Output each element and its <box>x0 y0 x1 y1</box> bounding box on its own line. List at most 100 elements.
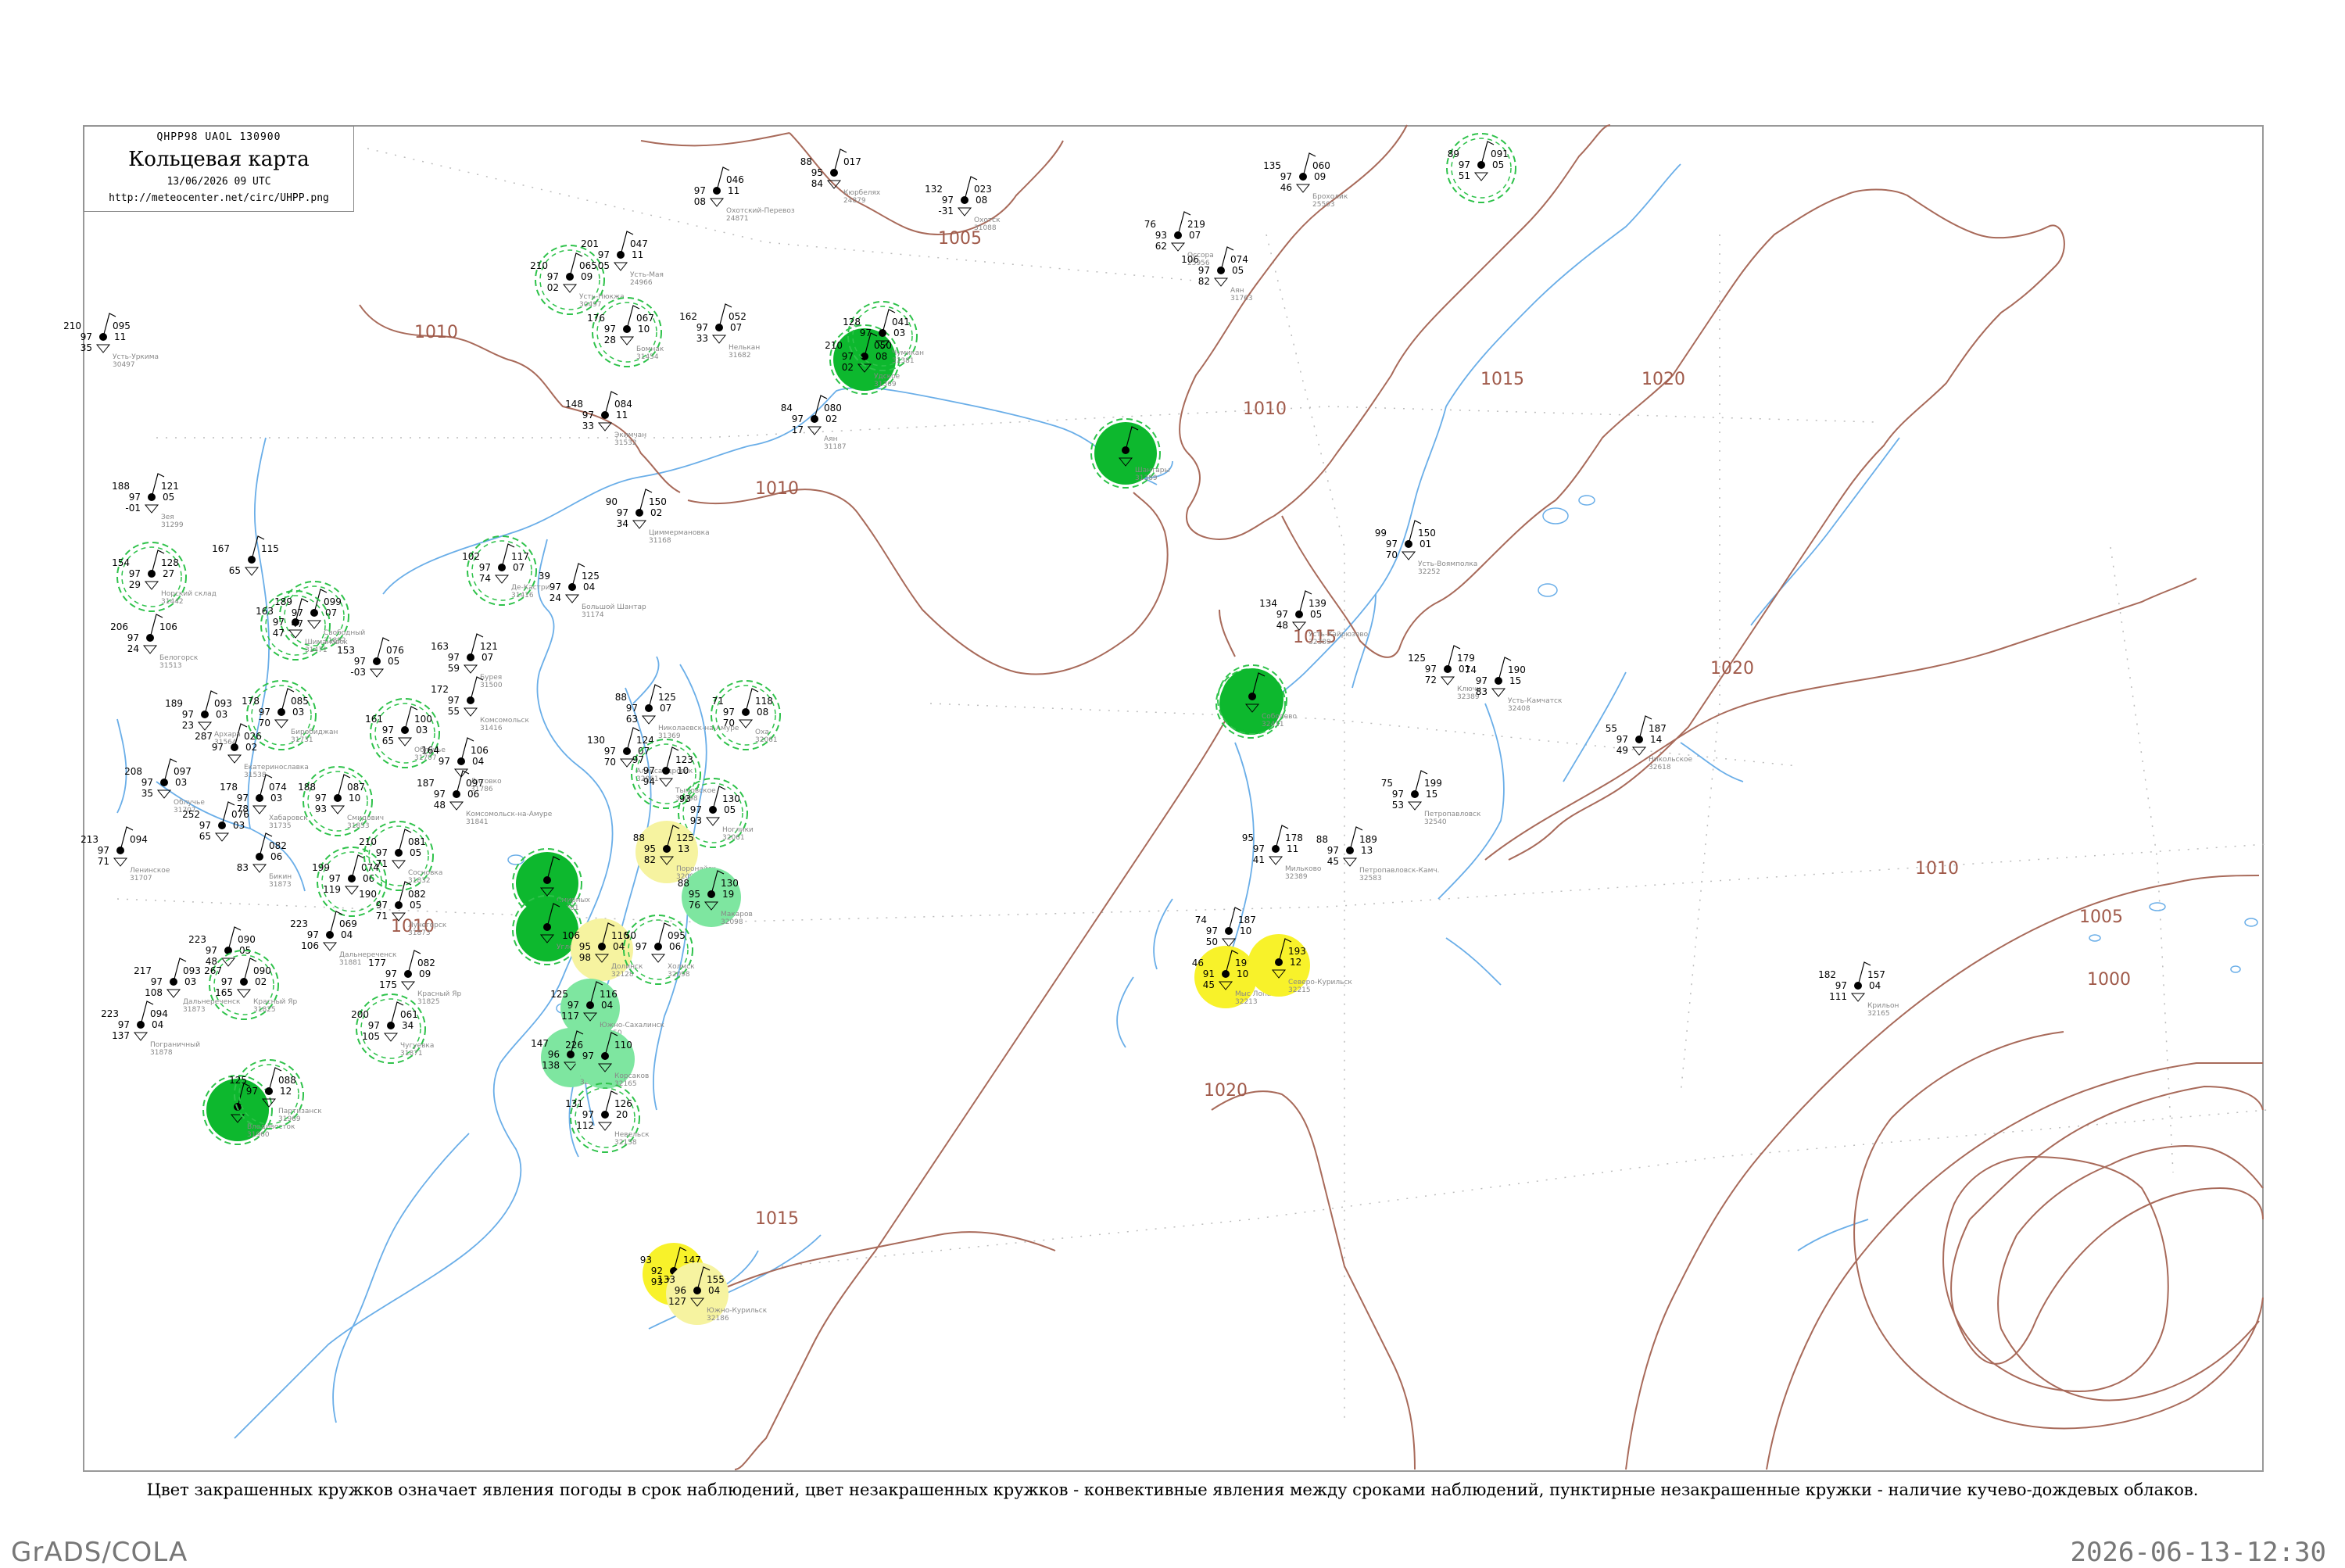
pressure-value: 116 <box>600 989 618 1000</box>
temperature-value: 88 <box>633 832 645 843</box>
temperature-value: 147 <box>531 1038 549 1049</box>
temperature-value: 163 <box>256 606 274 617</box>
station-index: 32540 <box>1424 818 1447 826</box>
tendency-value: 14 <box>1650 734 1662 745</box>
visibility-value: 97 <box>448 695 460 706</box>
pressure-value: 123 <box>675 754 693 765</box>
pressure-value: 060 <box>1312 160 1330 171</box>
pressure-value: 187 <box>1649 723 1667 734</box>
station-name: Циммермановка <box>649 529 710 537</box>
temperature-value: 90 <box>606 496 618 507</box>
visibility-value: 97 <box>582 1051 594 1061</box>
station-name: Биробиджан <box>291 729 338 736</box>
tendency-value: 09 <box>1314 171 1326 182</box>
visibility-value: 97 <box>694 185 706 196</box>
pressure-value: 091 <box>1491 149 1509 159</box>
tendency-value: 10 <box>349 793 360 804</box>
pressure-value: 115 <box>261 543 279 554</box>
pressure-value: 093 <box>214 698 232 709</box>
temperature-value: 163 <box>431 641 449 652</box>
station-index: 31381 <box>892 357 915 365</box>
visibility-value: 97 <box>439 756 450 767</box>
visibility-value: 97 <box>860 328 872 338</box>
dewpoint-value: 49 <box>1616 745 1628 756</box>
tendency-value: 07 <box>730 322 742 333</box>
dewpoint-value: 76 <box>689 900 700 911</box>
station-name: Зея <box>161 514 174 521</box>
station-name: Екатеринославка <box>244 764 309 771</box>
station-name: Ленинское <box>130 867 170 875</box>
dewpoint-value: 127 <box>668 1296 686 1307</box>
temperature-value: 89 <box>1448 149 1459 159</box>
temperature-value: 46 <box>1192 958 1204 968</box>
tendency-value: 27 <box>163 568 174 579</box>
visibility-value: 97 <box>1616 734 1628 745</box>
pressure-value: 017 <box>843 156 861 167</box>
station-name: Облучье <box>174 799 205 807</box>
dewpoint-value: 34 <box>617 518 628 529</box>
temperature-value: 167 <box>212 543 230 554</box>
station-name: Соболево <box>1262 713 1297 721</box>
dewpoint-value: 71 <box>376 911 388 922</box>
isobar-label: 1010 <box>1915 859 1959 879</box>
pressure-value: 193 <box>1288 946 1306 957</box>
weather-map: 1010 1005 1010 1010 1015 1015 1020 1020 … <box>63 124 2268 1472</box>
station-name: Макаров <box>721 911 753 918</box>
pressure-value: 046 <box>726 174 744 185</box>
station-index: 31873 <box>183 1006 206 1014</box>
dewpoint-value: 112 <box>576 1120 594 1131</box>
station-name: Оссора <box>1187 252 1214 260</box>
pressure-value: 082 <box>269 840 287 851</box>
temperature-value: 128 <box>843 317 861 328</box>
dewpoint-value: 70 <box>604 757 616 768</box>
dewpoint-value: -01 <box>125 503 141 514</box>
visibility-value: 97 <box>1425 664 1437 675</box>
station-index: 31168 <box>649 537 671 545</box>
station-name: Сосновка <box>408 869 442 877</box>
station-index: 31454 <box>636 353 659 361</box>
tendency-value: 09 <box>419 968 431 979</box>
temperature-value: 223 <box>101 1008 119 1019</box>
pressure-value: 094 <box>130 834 148 845</box>
tendency-value: 11 <box>114 331 126 342</box>
pressure-value: 080 <box>824 403 842 413</box>
temperature-value: 76 <box>1144 219 1156 230</box>
station-index: 31471 <box>305 646 328 654</box>
station-index: 32583 <box>1359 875 1382 882</box>
station-name: Нелькан <box>729 344 760 352</box>
tendency-value: 06 <box>467 789 479 800</box>
temperature-value: 95 <box>1242 832 1254 843</box>
station-index: 31088 <box>974 224 997 232</box>
dewpoint-value: 82 <box>644 854 656 865</box>
station-name: Аян <box>824 435 838 443</box>
dewpoint-value: 28 <box>604 335 616 345</box>
dewpoint-value: 70 <box>259 718 270 729</box>
station-index: 32408 <box>1508 705 1531 713</box>
station-name: Крильон <box>1867 1002 1899 1010</box>
dewpoint-value: 48 <box>434 800 446 811</box>
visibility-value: 97 <box>182 709 194 720</box>
pressure-value: 178 <box>1285 832 1303 843</box>
temperature-value: 88 <box>615 692 627 703</box>
dewpoint-value: 70 <box>723 718 735 729</box>
visibility-value: 97 <box>604 324 616 335</box>
pressure-value: 121 <box>161 481 179 492</box>
dewpoint-value: 98 <box>579 952 591 963</box>
dewpoint-value: 63 <box>626 714 638 725</box>
station-name: Хабаровск <box>269 814 308 822</box>
pressure-value: 090 <box>253 965 271 976</box>
temperature-value: 182 <box>1818 969 1836 980</box>
tendency-value: 15 <box>1509 675 1521 686</box>
dewpoint-value: 65 <box>382 736 394 746</box>
map-frame <box>83 125 2264 1472</box>
pressure-value: 106 <box>471 745 489 756</box>
tendency-value: 05 <box>410 847 421 858</box>
station-index: 31873 <box>269 881 292 889</box>
dewpoint-value: 17 <box>792 424 804 435</box>
dewpoint-value: 119 <box>323 884 341 895</box>
pressure-value: 118 <box>755 696 773 707</box>
visibility-value: 96 <box>675 1285 686 1296</box>
tendency-value: 11 <box>728 185 739 196</box>
station-name: Усть-Воямполка <box>1418 560 1477 568</box>
tendency-value: 03 <box>175 777 187 788</box>
